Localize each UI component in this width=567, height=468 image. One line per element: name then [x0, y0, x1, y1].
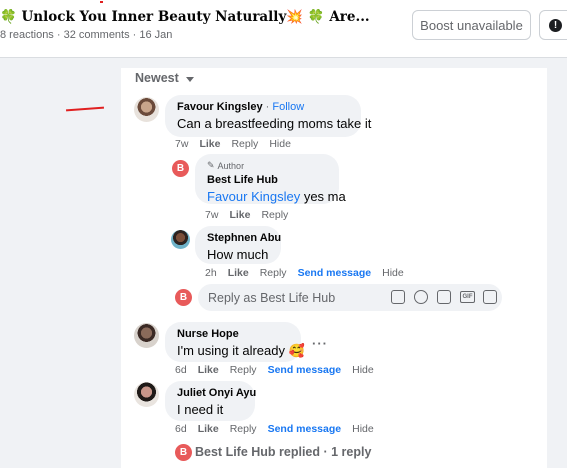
like-button[interactable]: Like — [198, 423, 219, 435]
comment-text: I'm using it already 🥰 — [177, 343, 305, 358]
comment-bubble: ✎ Author Best Life Hub Favour Kingsley y… — [195, 154, 346, 204]
author-badge: ✎ Author — [207, 160, 327, 171]
like-button[interactable]: Like — [229, 209, 250, 221]
send-message-button[interactable]: Send message — [268, 364, 342, 376]
send-message-button[interactable]: Send message — [298, 267, 372, 279]
author-name[interactable]: Favour Kingsley — [177, 101, 263, 113]
post-meta[interactable]: 8 reactions · 32 comments · 16 Jan — [0, 29, 172, 41]
avatar[interactable]: B — [172, 160, 189, 177]
boost-button[interactable]: Boost unavailable — [412, 10, 531, 40]
mention-link[interactable]: Favour Kingsley — [207, 189, 300, 204]
comment-time[interactable]: 6d — [175, 423, 187, 435]
gif-icon[interactable]: GIF — [460, 291, 475, 303]
reply-button[interactable]: Reply — [231, 138, 258, 150]
post-title[interactable]: 🍀 Unlock You Inner Beauty Naturally💥 🍀 A… — [0, 9, 405, 25]
avatar[interactable] — [134, 97, 159, 122]
comments-sort-dropdown[interactable]: Newest — [135, 71, 194, 85]
comment-text-body: yes ma — [300, 189, 346, 204]
post-header: 🍀 Unlock You Inner Beauty Naturally💥 🍀 A… — [0, 0, 567, 58]
emoji-icon[interactable] — [414, 290, 428, 304]
comment-actions: 2h Like Reply Send message Hide — [205, 267, 404, 279]
alert-icon: ! — [549, 19, 562, 32]
comment-text: Can a breastfeeding moms take it — [177, 116, 372, 131]
hide-button[interactable]: Hide — [269, 138, 291, 150]
reply-button[interactable]: Reply — [260, 267, 287, 279]
comment-author[interactable]: Juliet Onyi Ayu — [177, 387, 256, 399]
comment-bubble: Juliet Onyi Ayu I need it — [165, 381, 256, 421]
comment-time[interactable]: 6d — [175, 364, 187, 376]
avatar[interactable] — [134, 382, 159, 407]
comment-bubble: Nurse Hope I'm using it already 🥰 — [165, 322, 305, 362]
reply-button[interactable]: Reply — [230, 423, 257, 435]
hide-button[interactable]: Hide — [382, 267, 404, 279]
reply-input[interactable]: Reply as Best Life Hub GIF — [198, 284, 502, 311]
pencil-icon: ✎ — [207, 160, 215, 170]
comment-author[interactable]: Best Life Hub — [207, 174, 327, 186]
avatar-sticker-icon[interactable] — [391, 290, 405, 304]
comment-time[interactable]: 7w — [205, 209, 218, 221]
follow-link[interactable]: Follow — [272, 101, 304, 113]
comment-text: Favour Kingsley yes ma — [207, 189, 346, 204]
author-badge-label: Author — [217, 160, 245, 171]
avatar[interactable] — [134, 323, 159, 348]
like-button[interactable]: Like — [228, 267, 249, 279]
avatar: B — [175, 444, 192, 461]
like-button[interactable]: Like — [198, 364, 219, 376]
send-message-button[interactable]: Send message — [268, 423, 342, 435]
reply-button[interactable]: Reply — [230, 364, 257, 376]
post-title-suffix: Are... — [329, 9, 370, 25]
comment-text: How much — [207, 247, 269, 262]
comment-time[interactable]: 2h — [205, 267, 217, 279]
comment-author[interactable]: Favour Kingsley · Follow — [177, 101, 349, 113]
hide-button[interactable]: Hide — [352, 423, 374, 435]
comment-author[interactable]: Nurse Hope — [177, 328, 289, 340]
chevron-down-icon — [185, 76, 194, 82]
reply-button[interactable]: Reply — [261, 209, 288, 221]
follow-separator: · — [262, 101, 273, 113]
sticker-icon[interactable] — [483, 290, 497, 304]
reply-input-placeholder: Reply as Best Life Hub — [208, 291, 336, 305]
camera-icon[interactable] — [437, 290, 451, 304]
view-replies-link[interactable]: Best Life Hub replied · 1 reply — [195, 445, 371, 459]
annotation-mark — [100, 1, 103, 3]
comment-author[interactable]: Stephnen Abu — [207, 232, 281, 244]
post-title-text: Unlock You Inner Beauty Naturally — [21, 9, 287, 25]
more-options-icon[interactable]: ··· — [312, 336, 328, 351]
sort-label: Newest — [135, 71, 179, 85]
comment-text: I need it — [177, 402, 224, 417]
comment-actions: 7w Like Reply Hide — [175, 138, 291, 150]
comment-bubble: Stephnen Abu How much — [195, 226, 281, 264]
clover-icon: 🍀 — [307, 9, 325, 25]
like-button[interactable]: Like — [199, 138, 220, 150]
comment-actions: 7w Like Reply — [205, 209, 288, 221]
hide-button[interactable]: Hide — [352, 364, 374, 376]
annotation-underline — [65, 106, 105, 112]
spark-icon: 💥 — [286, 9, 304, 25]
comment-actions: 6d Like Reply Send message Hide — [175, 364, 374, 376]
clover-icon: 🍀 — [0, 9, 17, 25]
avatar: B — [175, 289, 192, 306]
comment-bubble: Favour Kingsley · Follow Can a breastfee… — [165, 95, 372, 137]
comment-actions: 6d Like Reply Send message Hide — [175, 423, 374, 435]
more-button[interactable]: ! — [539, 10, 567, 40]
avatar[interactable] — [171, 230, 190, 249]
comment-time[interactable]: 7w — [175, 138, 188, 150]
